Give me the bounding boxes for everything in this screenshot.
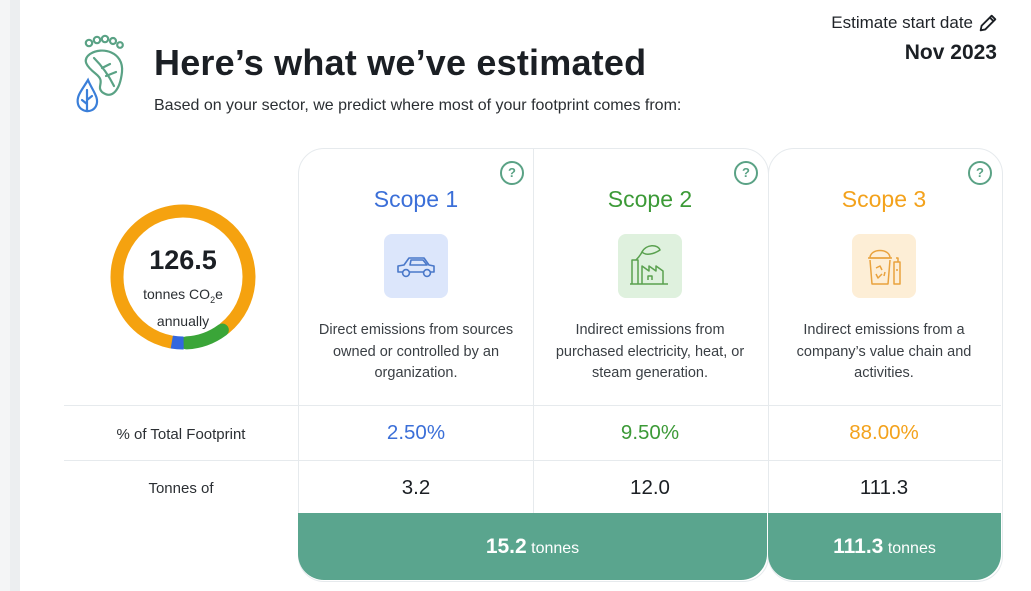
factory-icon — [630, 245, 668, 285]
desc-line: owned or controlled by an — [332, 343, 500, 360]
unit-suffix: e — [215, 286, 223, 302]
scope-2-icon-tile — [618, 234, 682, 298]
pct-row-label: % of Total Footprint — [116, 426, 246, 443]
desc-line: purchased electricity, heat, or — [555, 343, 745, 360]
estimate-start-date: Nov 2023 — [904, 41, 997, 64]
scope-1-description: Direct emissions from sources owned or c… — [305, 320, 527, 385]
desc-line: Indirect emissions from — [575, 322, 725, 338]
unit-text: tonnes CO — [143, 286, 211, 302]
scope-1-pct: 2.50% — [386, 421, 446, 444]
total-unit: tonnes — [531, 540, 580, 557]
total-footprint-value: 126.5 — [149, 245, 217, 275]
tonnes-row-label: Tonnes of — [148, 480, 214, 497]
recycle-bin-icon — [868, 249, 901, 285]
scope-1-help-icon[interactable]: ? — [500, 161, 524, 185]
page-title: Here’s what we’ve estimated — [154, 42, 647, 83]
desc-line: activities. — [854, 365, 914, 381]
page-subtitle: Based on your sector, we predict where m… — [154, 97, 682, 114]
total-value: 111.3 — [833, 535, 884, 558]
estimate-start-label: Estimate start date — [831, 13, 973, 32]
scope-3-pct: 88.00% — [849, 421, 919, 444]
scope-1-2-total-bar: 15.2 tonnes — [298, 513, 767, 580]
desc-line: organization. — [374, 365, 458, 381]
sidebar-edge-strip — [10, 0, 20, 591]
desc-line: Direct emissions from sources — [318, 322, 514, 338]
scope-1-icon-tile — [384, 234, 448, 298]
scope-1-tonnes: 3.2 — [401, 476, 431, 499]
scope-2-tonnes: 12.0 — [630, 476, 670, 499]
car-icon — [397, 257, 435, 278]
total-unit: tonnes — [887, 540, 936, 557]
desc-line: company’s value chain and — [796, 343, 972, 360]
scope-3-title: Scope 3 — [841, 186, 927, 212]
total-footprint-unit: tonnes CO2e annually — [106, 284, 260, 332]
scope-3-total-bar: 111.3 tonnes — [768, 513, 1001, 580]
row-divider — [64, 460, 1001, 461]
donut-segment-scope-1 — [170, 335, 184, 350]
scope-1-title: Scope 1 — [373, 186, 459, 212]
desc-line: steam generation. — [591, 365, 709, 381]
footprint-leaf-logo-icon — [76, 34, 124, 113]
total-value: 15.2 — [485, 535, 527, 558]
scope-2-description: Indirect emissions from purchased electr… — [539, 320, 761, 385]
desc-line: Indirect emissions from a — [803, 322, 965, 338]
scope-3-help-icon[interactable]: ? — [968, 161, 992, 185]
pencil-edit-icon[interactable] — [977, 12, 999, 34]
scope-3-description: Indirect emissions from a company’s valu… — [773, 320, 995, 385]
scope-3-icon-tile — [852, 234, 916, 298]
scope-2-help-icon[interactable]: ? — [734, 161, 758, 185]
scope-3-tonnes: 111.3 — [859, 476, 909, 499]
unit-period: annually — [156, 312, 210, 329]
row-divider — [64, 405, 1001, 406]
scope-2-title: Scope 2 — [607, 186, 693, 212]
scope-2-pct: 9.50% — [620, 421, 680, 444]
donut-segment-scope-2 — [180, 323, 229, 350]
left-sidebar-edge — [0, 0, 20, 591]
